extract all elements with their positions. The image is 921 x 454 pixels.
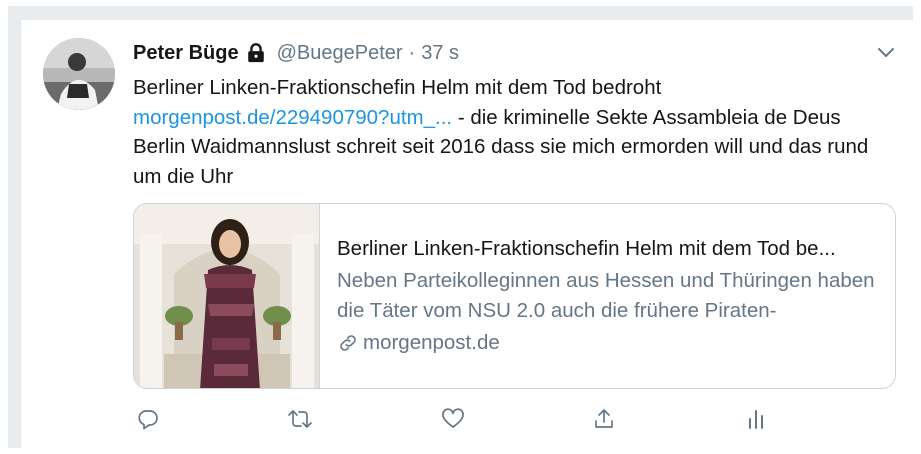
- tweet-header: Peter Büge @BuegePeter · 37 s: [133, 38, 459, 68]
- separator-dot: ·: [408, 41, 416, 64]
- link-preview-title[interactable]: Berliner Linken-Fraktionschefin Helm mit…: [337, 234, 882, 263]
- tweet-timestamp[interactable]: 37 s: [421, 42, 459, 65]
- author-name[interactable]: Peter Büge: [133, 42, 239, 65]
- link-preview-card[interactable]: Berliner Linken-Fraktionschefin Helm mit…: [133, 203, 896, 389]
- link-preview-domain-row: morgenpost.de: [337, 328, 882, 357]
- tweet-link[interactable]: morgenpost.de/229490790?utm_...: [133, 106, 452, 129]
- tweet-actions: [133, 404, 773, 434]
- link-preview-description: Neben Parteikolleginnen aus Hessen und T…: [337, 269, 875, 322]
- avatar[interactable]: [43, 38, 115, 110]
- lock-icon: [245, 42, 267, 64]
- heart-icon[interactable]: [438, 404, 468, 434]
- chevron-down-icon[interactable]: [874, 40, 898, 64]
- link-preview-body: Berliner Linken-Fraktionschefin Helm mit…: [337, 234, 882, 357]
- tweet-text-part1: Berliner Linken-Fraktionschefin Helm mit…: [133, 76, 662, 99]
- link-preview-image: [134, 204, 320, 388]
- tweet-text: Berliner Linken-Fraktionschefin Helm mit…: [133, 73, 893, 191]
- link-icon: [337, 332, 359, 354]
- share-icon[interactable]: [589, 404, 619, 434]
- reply-icon[interactable]: [133, 404, 163, 434]
- analytics-icon[interactable]: [741, 404, 771, 434]
- link-preview-domain: morgenpost.de: [363, 331, 500, 354]
- author-handle[interactable]: @BuegePeter: [277, 42, 403, 65]
- retweet-icon[interactable]: [285, 404, 315, 434]
